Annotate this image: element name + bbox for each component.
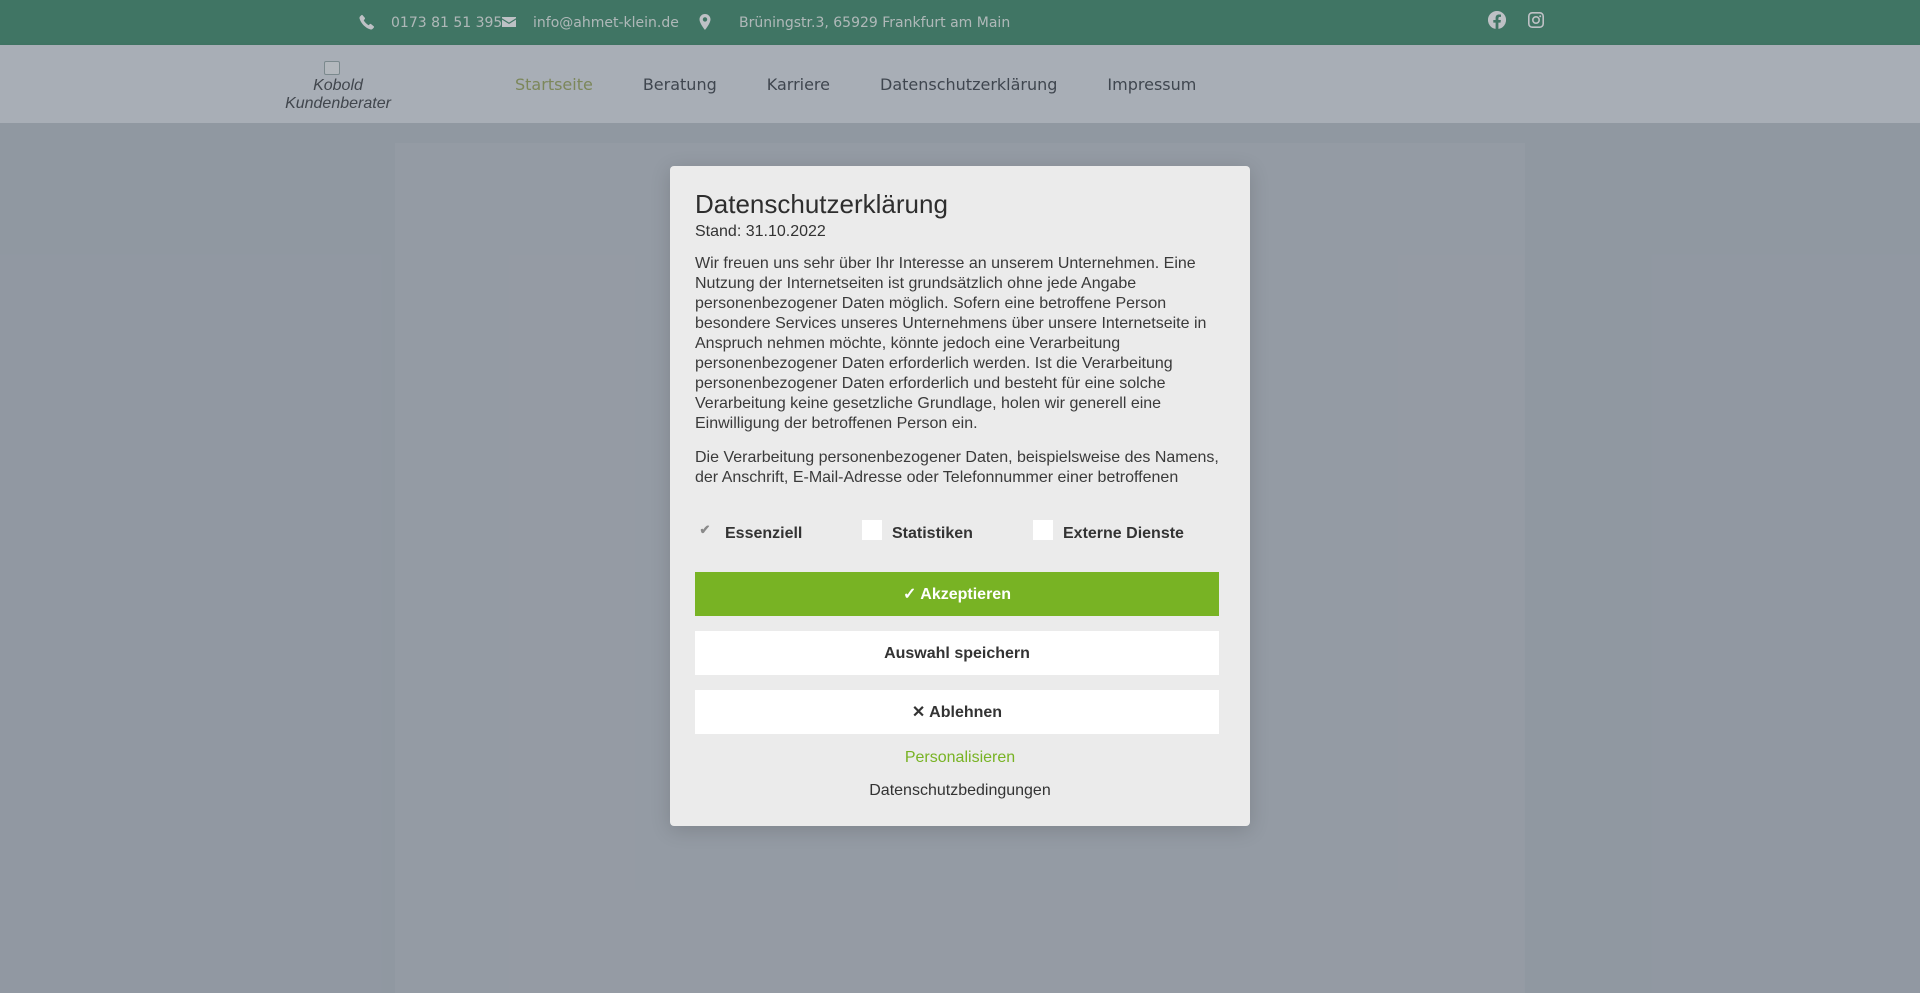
- checkmark-icon: ✔: [699, 522, 711, 537]
- dialog-title: Datenschutzerklärung: [695, 189, 948, 219]
- deny-button[interactable]: ✕ Ablehnen: [695, 690, 1219, 734]
- checkbox-label[interactable]: Externe Dienste: [1063, 525, 1184, 543]
- personalize-link[interactable]: Personalisieren: [695, 748, 1225, 768]
- checkbox-box[interactable]: [862, 520, 882, 540]
- checkbox-essenziell: ✔ Essenziell: [695, 522, 862, 544]
- consent-categories: ✔ Essenziell Statistiken Externe Dienste: [695, 520, 1225, 548]
- checkbox-box[interactable]: [1033, 520, 1053, 540]
- accept-button[interactable]: ✓ Akzeptieren: [695, 572, 1219, 616]
- checkbox-statistiken[interactable]: Statistiken: [862, 520, 1033, 544]
- dialog-date: Stand: 31.10.2022: [695, 223, 826, 240]
- checkbox-label[interactable]: Statistiken: [892, 525, 973, 543]
- checkbox-label: Essenziell: [725, 525, 803, 542]
- privacy-text[interactable]: Wir freuen uns sehr über Ihr Interesse a…: [695, 254, 1225, 490]
- save-selection-button[interactable]: Auswahl speichern: [695, 631, 1219, 675]
- privacy-terms-link[interactable]: Datenschutzbedingungen: [695, 781, 1225, 801]
- privacy-paragraph: Wir freuen uns sehr über Ihr Interesse a…: [695, 255, 1207, 432]
- privacy-consent-dialog: Datenschutzerklärung Stand: 31.10.2022 W…: [670, 166, 1250, 826]
- privacy-paragraph: Die Verarbeitung personenbezogener Daten…: [695, 449, 1219, 486]
- checkbox-externe-dienste[interactable]: Externe Dienste: [1033, 520, 1184, 544]
